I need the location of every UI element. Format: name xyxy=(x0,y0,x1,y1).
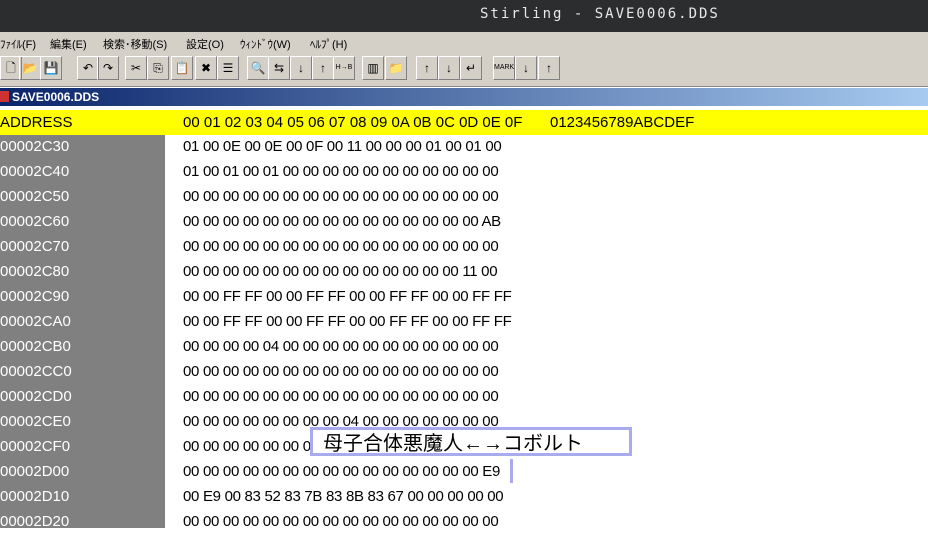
column-header: ADDRESS 00 01 02 03 04 05 06 07 08 09 0A… xyxy=(0,110,928,135)
hex-row[interactable]: 00002C30 01 00 0E 00 0E 00 0F 00 11 00 00… xyxy=(0,135,928,160)
row-bytes[interactable]: 01 00 0E 00 0E 00 0F 00 11 00 00 00 01 0… xyxy=(183,138,502,155)
mark-prev-icon[interactable]: ↑ xyxy=(538,56,560,80)
row-address: 00002D10 xyxy=(0,488,70,505)
toolbar: 🗋 📂 💾 ↶ ↷ ✂ ⎘ 📋 ✖ ☰ 🔍 ⇆ ↓ ↑ H→B ▥ 📁 ↑ ↓ ↵ MARK ↓ ↑ xyxy=(0,53,928,87)
row-bytes[interactable]: 00 00 00 00 04 00 00 00 00 00 00 00 00 0… xyxy=(183,338,499,355)
row-address: 00002CC0 xyxy=(0,363,72,380)
row-bytes[interactable]: 00 00 00 00 00 00 00 00 00 00 00 00 00 0… xyxy=(183,513,499,530)
menu-item[interactable]: 検索･移動(S) xyxy=(103,36,167,52)
row-bytes[interactable]: 00 00 00 00 00 00 00 00 00 00 00 00 00 0… xyxy=(183,263,498,280)
ascii-header: 0123456789ABCDEF xyxy=(550,114,695,131)
window-title: Stirling - SAVE0006.DDS xyxy=(480,6,720,22)
row-address: 00002C30 xyxy=(0,138,70,155)
hex-row[interactable]: 00002CA0 00 00 FF FF 00 00 FF FF 00 00 FF… xyxy=(0,310,928,335)
copy-icon[interactable]: ⎘ xyxy=(147,56,169,80)
row-bytes[interactable]: 00 00 FF FF 00 00 FF FF 00 00 FF FF 00 0… xyxy=(183,313,512,330)
menu-item[interactable]: ﾍﾙﾌﾟ(H) xyxy=(310,36,347,52)
hex-row[interactable]: 00002D10 00 E9 00 83 52 83 7B 83 8B 83 67… xyxy=(0,485,928,510)
row-bytes[interactable]: 00 00 00 00 00 00 00 00 00 00 00 00 00 0… xyxy=(183,238,499,255)
list-icon[interactable]: ☰ xyxy=(217,56,239,80)
find-prev-icon[interactable]: ↑ xyxy=(312,56,334,80)
row-address: 00002CA0 xyxy=(0,313,71,330)
row-bytes[interactable]: 00 00 00 00 00 00 00 00 00 00 00 00 00 0… xyxy=(183,363,499,380)
row-address: 00002C50 xyxy=(0,188,70,205)
document-title-bar: SAVE0006.DDS xyxy=(0,88,928,106)
row-bytes[interactable]: 00 00 00 00 00 00 00 00 00 00 00 00 00 0… xyxy=(183,463,500,480)
hex-row[interactable]: 00002C50 00 00 00 00 00 00 00 00 00 00 00… xyxy=(0,185,928,210)
row-address: 00002CE0 xyxy=(0,413,71,430)
doc-return-icon[interactable]: ↵ xyxy=(460,56,482,80)
row-address: 00002D20 xyxy=(0,513,70,530)
menu-item[interactable]: 設定(O) xyxy=(186,36,224,52)
row-address: 00002CB0 xyxy=(0,338,71,355)
open-icon[interactable]: 📂 xyxy=(19,56,41,80)
find-icon[interactable]: 🔍 xyxy=(247,56,269,80)
row-bytes[interactable]: 00 00 00 00 00 00 00 00 00 00 00 00 00 0… xyxy=(183,388,499,405)
undo-icon[interactable]: ↶ xyxy=(77,56,99,80)
menu-item[interactable]: ｳｨﾝﾄﾞｳ(W) xyxy=(240,36,291,52)
hex-row[interactable]: 00002C90 00 00 FF FF 00 00 FF FF 00 00 FF… xyxy=(0,285,928,310)
offset-header: 00 01 02 03 04 05 06 07 08 09 0A 0B 0C 0… xyxy=(183,114,523,131)
hex-row[interactable]: 00002CD0 00 00 00 00 00 00 00 00 00 00 00… xyxy=(0,385,928,410)
hex-row[interactable]: 00002D20 00 00 00 00 00 00 00 00 00 00 00… xyxy=(0,510,928,535)
address-header: ADDRESS xyxy=(0,114,73,131)
row-bytes[interactable]: 01 00 01 00 01 00 00 00 00 00 00 00 00 0… xyxy=(183,163,499,180)
compare-icon[interactable]: ▥ xyxy=(362,56,384,80)
hex-row[interactable]: 00002C60 00 00 00 00 00 00 00 00 00 00 00… xyxy=(0,210,928,235)
menu-item[interactable]: 編集(E) xyxy=(50,36,87,52)
row-address: 00002C60 xyxy=(0,213,70,230)
row-address: 00002D00 xyxy=(0,463,70,480)
row-address: 00002C70 xyxy=(0,238,70,255)
cut-icon[interactable]: ✂ xyxy=(125,56,147,80)
hex-row[interactable]: 00002CC0 00 00 00 00 00 00 00 00 00 00 00… xyxy=(0,360,928,385)
find-folder-icon[interactable]: 📁 xyxy=(385,56,407,80)
title-bar: Stirling - SAVE0006.DDS xyxy=(0,0,928,32)
tooltip: 母子合体悪魔人←→コボルト xyxy=(310,427,632,456)
menu-bar: ﾌｧｲﾙ(F) 編集(E) 検索･移動(S) 設定(O) ｳｨﾝﾄﾞｳ(W) ﾍﾙﾌﾟ(H… xyxy=(0,32,928,53)
mark-next-icon[interactable]: ↓ xyxy=(515,56,537,80)
delete-icon[interactable]: ✖ xyxy=(195,56,217,80)
hex-row[interactable]: 00002C80 00 00 00 00 00 00 00 00 00 00 00… xyxy=(0,260,928,285)
row-address: 00002CD0 xyxy=(0,388,72,405)
document-title: SAVE0006.DDS xyxy=(12,90,100,104)
row-bytes[interactable]: 00 00 FF FF 00 00 FF FF 00 00 FF FF 00 0… xyxy=(183,288,512,305)
hex-row[interactable]: 00002C70 00 00 00 00 00 00 00 00 00 00 00… xyxy=(0,235,928,260)
row-address: 00002C80 xyxy=(0,263,70,280)
row-bytes[interactable]: 00 00 00 00 00 00 00 00 00 00 00 00 00 0… xyxy=(183,213,501,230)
save-icon[interactable]: 💾 xyxy=(40,56,62,80)
hex-row[interactable]: 00002D00 00 00 00 00 00 00 00 00 00 00 00… xyxy=(0,460,928,485)
redo-icon[interactable]: ↷ xyxy=(97,56,119,80)
menu-item[interactable]: ﾌｧｲﾙ(F) xyxy=(0,36,36,52)
doc-down-icon[interactable]: ↓ xyxy=(438,56,460,80)
tooltip-pointer xyxy=(510,459,513,483)
find-next-icon[interactable]: ↓ xyxy=(290,56,312,80)
row-address: 00002C40 xyxy=(0,163,70,180)
hex-row[interactable]: 00002C40 01 00 01 00 01 00 00 00 00 00 00… xyxy=(0,160,928,185)
hex-row[interactable]: 00002CB0 00 00 00 00 04 00 00 00 00 00 00… xyxy=(0,335,928,360)
paste-icon[interactable]: 📋 xyxy=(171,56,193,80)
document-icon xyxy=(0,91,9,102)
doc-up-icon[interactable]: ↑ xyxy=(416,56,438,80)
row-address: 00002C90 xyxy=(0,288,70,305)
row-bytes[interactable]: 00 E9 00 83 52 83 7B 83 8B 83 67 00 00 0… xyxy=(183,488,504,505)
row-address: 00002CF0 xyxy=(0,438,71,455)
find-replace-icon[interactable]: ⇆ xyxy=(268,56,290,80)
mark-icon[interactable]: MARK xyxy=(493,56,515,80)
row-bytes[interactable]: 00 00 00 00 00 00 00 00 00 00 00 00 00 0… xyxy=(183,188,499,205)
find-hex-icon[interactable]: H→B xyxy=(333,56,355,80)
